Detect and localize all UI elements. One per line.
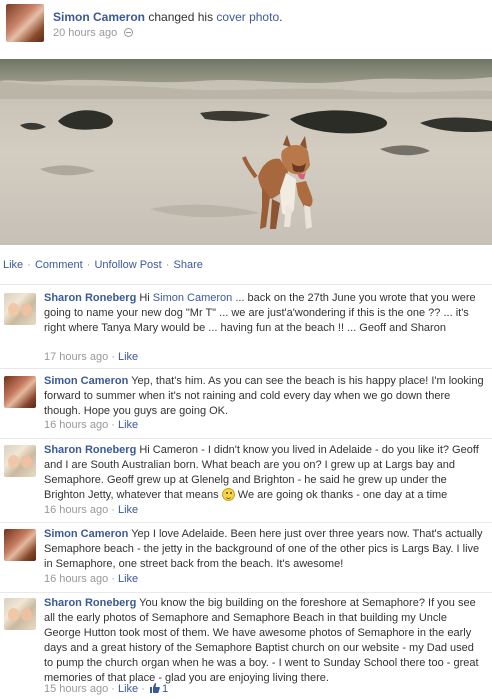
comment-body: Sharon Roneberg You know the big buildin… <box>44 596 486 686</box>
unfollow-post-link[interactable]: Unfollow Post <box>94 259 161 271</box>
separator: · <box>108 419 118 431</box>
comment: Sharon Roneberg Hi Simon Cameron ... bac… <box>0 284 492 368</box>
avatar[interactable] <box>4 529 36 561</box>
comment-timestamp[interactable]: 15 hours ago <box>44 683 108 695</box>
like-link[interactable]: Like <box>3 259 23 271</box>
comment-text: Hi <box>136 292 153 304</box>
story-timestamp[interactable]: 20 hours ago <box>53 27 117 39</box>
comment-timestamp[interactable]: 16 hours ago <box>44 573 108 585</box>
comment: Sharon Roneberg You know the big buildin… <box>0 592 492 699</box>
post-actions: Like · Comment · Unfollow Post · Share <box>3 259 203 271</box>
cover-photo-link[interactable]: cover photo <box>216 10 279 24</box>
author-link[interactable]: Simon Cameron <box>53 10 145 24</box>
avatar[interactable] <box>4 376 36 408</box>
like-count[interactable]: 1 <box>162 683 168 695</box>
separator: · <box>86 259 91 271</box>
comment-text: You know the big building on the foresho… <box>44 597 479 684</box>
comment-author[interactable]: Sharon Roneberg <box>44 597 136 609</box>
comment-author[interactable]: Simon Cameron <box>44 375 128 387</box>
comment-body: Simon Cameron Yep I love Adelaide. Been … <box>44 527 486 572</box>
smiley-icon <box>221 488 235 501</box>
comment: Simon Cameron Yep, that's him. As you ca… <box>0 368 492 438</box>
comment-body: Simon Cameron Yep, that's him. As you ca… <box>44 374 486 419</box>
separator: · <box>108 504 118 516</box>
comment-meta: 16 hours ago · Like <box>44 419 138 431</box>
comment-timestamp[interactable]: 16 hours ago <box>44 419 108 431</box>
comment-like-link[interactable]: Like <box>118 683 138 695</box>
comment-author[interactable]: Sharon Roneberg <box>44 444 136 456</box>
comment-like-link[interactable]: Like <box>118 419 138 431</box>
comment-like-link[interactable]: Like <box>118 351 138 363</box>
comment: Sharon Roneberg Hi Cameron - I didn't kn… <box>0 438 492 522</box>
comment-meta: 15 hours ago · Like · 1 <box>44 683 168 695</box>
comment-meta: 17 hours ago · Like <box>44 351 138 363</box>
avatar[interactable] <box>6 4 44 42</box>
story-meta: 20 hours ago <box>53 27 134 39</box>
comment-timestamp[interactable]: 16 hours ago <box>44 504 108 516</box>
comment-text: We are going ok thanks - one day at a ti… <box>234 489 448 501</box>
separator: · <box>108 351 118 363</box>
mention-link[interactable]: Simon Cameron <box>153 292 232 304</box>
separator: · <box>138 683 148 695</box>
thumbs-up-icon[interactable] <box>149 683 160 693</box>
separator: · <box>108 683 118 695</box>
comment-like-link[interactable]: Like <box>118 504 138 516</box>
comment-link[interactable]: Comment <box>35 259 83 271</box>
story-action-text: changed his <box>145 10 217 24</box>
separator: · <box>27 259 31 271</box>
share-link[interactable]: Share <box>174 259 203 271</box>
globe-icon <box>124 28 134 37</box>
comment-body: Sharon Roneberg Hi Simon Cameron ... bac… <box>44 291 486 336</box>
comment-meta: 16 hours ago · Like <box>44 573 138 585</box>
avatar[interactable] <box>4 445 36 477</box>
comment-like-link[interactable]: Like <box>118 573 138 585</box>
avatar[interactable] <box>4 598 36 630</box>
story-title: Simon Cameron changed his cover photo. <box>53 10 282 25</box>
comment-meta: 16 hours ago · Like <box>44 504 138 516</box>
story-suffix: . <box>279 10 283 24</box>
beach-dog-photo <box>0 59 492 245</box>
cover-photo[interactable] <box>0 59 492 245</box>
comment-author[interactable]: Sharon Roneberg <box>44 292 136 304</box>
separator: · <box>165 259 170 271</box>
comment-body: Sharon Roneberg Hi Cameron - I didn't kn… <box>44 443 486 503</box>
separator: · <box>108 573 118 585</box>
comment: Simon Cameron Yep I love Adelaide. Been … <box>0 522 492 592</box>
comment-author[interactable]: Simon Cameron <box>44 528 128 540</box>
avatar[interactable] <box>4 293 36 325</box>
story-header: Simon Cameron changed his cover photo. 2… <box>0 0 492 50</box>
comment-timestamp[interactable]: 17 hours ago <box>44 351 108 363</box>
